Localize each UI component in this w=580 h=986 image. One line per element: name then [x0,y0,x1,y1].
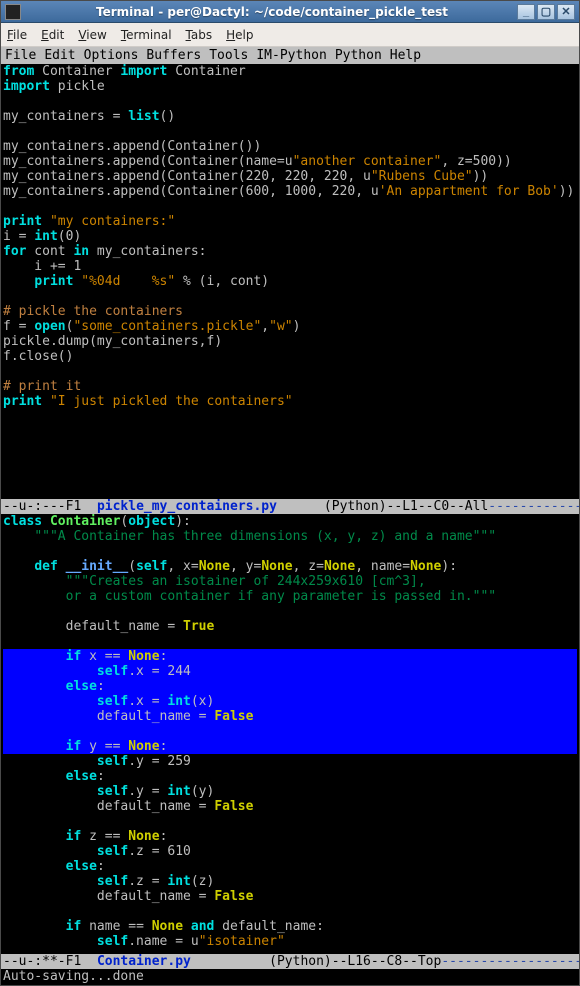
code-line[interactable]: if x == None: [3,649,577,664]
code-line[interactable]: my_containers.append(Container()) [3,139,577,154]
code-line[interactable] [3,904,577,919]
modeline-frame: F1 [66,499,82,514]
code-line[interactable] [3,94,577,109]
terminal-app-icon [5,4,21,20]
code-line[interactable] [3,364,577,379]
code-line[interactable]: default_name = False [3,889,577,904]
modeline-dashes: ------------------------- [441,954,579,969]
emacs-menubar[interactable]: File Edit Options Buffers Tools IM-Pytho… [1,47,579,64]
emacs-menu-options[interactable]: Options [84,48,139,63]
emacs-menu-edit[interactable]: Edit [44,48,75,63]
buffer-bottom[interactable]: class Container(object): """A Container … [1,514,579,954]
code-line[interactable]: # print it [3,379,577,394]
code-line[interactable]: print "%04d %s" % (i, cont) [3,274,577,289]
menu-view[interactable]: View [78,28,106,42]
code-line[interactable] [3,604,577,619]
modeline-prefix: --u-:**- [3,954,66,969]
modeline-file: Container.py [97,954,191,969]
emacs-menu-file[interactable]: File [5,48,36,63]
code-line[interactable] [3,124,577,139]
code-line[interactable]: import pickle [3,79,577,94]
window-controls: _ ▢ ✕ [517,4,575,20]
code-line[interactable]: if name == None and default_name: [3,919,577,934]
code-line[interactable]: my_containers.append(Container(600, 1000… [3,184,577,199]
code-line[interactable]: i += 1 [3,259,577,274]
code-line[interactable]: def __init__(self, x=None, y=None, z=Non… [3,559,577,574]
code-line[interactable]: default_name = False [3,709,577,724]
code-line[interactable]: else: [3,859,577,874]
maximize-button[interactable]: ▢ [537,4,555,20]
emacs-menu-python[interactable]: Python [335,48,382,63]
code-line[interactable]: self.y = int(y) [3,784,577,799]
emacs-menu-impython[interactable]: IM-Python [256,48,326,63]
titlebar[interactable]: Terminal - per@Dactyl: ~/code/container_… [1,1,579,23]
modeline-bottom[interactable]: --u-:**-F1 Container.py (Python)--L16--C… [1,954,579,969]
code-line[interactable]: f = open("some_containers.pickle","w") [3,319,577,334]
minibuffer[interactable]: Auto-saving...done [1,969,579,985]
code-line[interactable]: """A Container has three dimensions (x, … [3,529,577,544]
menu-terminal[interactable]: Terminal [121,28,172,42]
code-line[interactable]: self.name = u"isotainer" [3,934,577,949]
code-line[interactable] [3,289,577,304]
code-line[interactable]: """Creates an isotainer of 244x259x610 [… [3,574,577,589]
emacs-menu-help[interactable]: Help [390,48,421,63]
code-line[interactable]: self.z = 610 [3,844,577,859]
code-line[interactable]: or a custom container if any parameter i… [3,589,577,604]
close-button[interactable]: ✕ [557,4,575,20]
code-line[interactable]: if y == None: [3,739,577,754]
code-line[interactable]: my_containers.append(Container(name=u"an… [3,154,577,169]
code-line[interactable]: print "my containers:" [3,214,577,229]
menu-edit[interactable]: Edit [41,28,64,42]
code-line[interactable]: self.z = int(z) [3,874,577,889]
code-line[interactable]: else: [3,769,577,784]
code-line[interactable]: print "I just pickled the containers" [3,394,577,409]
modeline-prefix: --u-:--- [3,499,66,514]
modeline-file: pickle_my_containers.py [97,499,277,514]
modeline-top[interactable]: --u-:---F1 pickle_my_containers.py (Pyth… [1,499,579,514]
code-line[interactable]: self.x = 244 [3,664,577,679]
code-line[interactable] [3,814,577,829]
code-line[interactable]: self.x = int(x) [3,694,577,709]
modeline-frame: F1 [66,954,82,969]
code-line[interactable] [3,199,577,214]
code-line[interactable] [3,634,577,649]
emacs-menu-tools[interactable]: Tools [209,48,248,63]
code-line[interactable]: for cont in my_containers: [3,244,577,259]
code-line[interactable] [3,724,577,739]
code-line[interactable]: # pickle the containers [3,304,577,319]
code-line[interactable]: pickle.dump(my_containers,f) [3,334,577,349]
emacs-menu-buffers[interactable]: Buffers [146,48,201,63]
code-line[interactable]: f.close() [3,349,577,364]
modeline-mode: (Python)--L1--C0--All [324,499,488,514]
minimize-button[interactable]: _ [517,4,535,20]
code-line[interactable]: else: [3,679,577,694]
menu-help[interactable]: Help [226,28,253,42]
code-line[interactable]: self.y = 259 [3,754,577,769]
code-line[interactable]: i = int(0) [3,229,577,244]
code-line[interactable]: class Container(object): [3,514,577,529]
window-title: Terminal - per@Dactyl: ~/code/container_… [27,5,517,19]
editor-area: from Container import Containerimport pi… [1,64,579,985]
code-line[interactable]: my_containers.append(Container(220, 220,… [3,169,577,184]
terminal-menubar[interactable]: File Edit View Terminal Tabs Help [1,23,579,47]
code-line[interactable]: if z == None: [3,829,577,844]
code-line[interactable]: default_name = True [3,619,577,634]
buffer-top[interactable]: from Container import Containerimport pi… [1,64,579,499]
code-line[interactable] [3,544,577,559]
code-line[interactable]: default_name = False [3,799,577,814]
terminal-window: Terminal - per@Dactyl: ~/code/container_… [0,0,580,986]
menu-tabs[interactable]: Tabs [186,28,213,42]
modeline-mode: (Python)--L16--C8--Top [269,954,441,969]
code-line[interactable]: my_containers = list() [3,109,577,124]
menu-file[interactable]: File [7,28,27,42]
code-line[interactable]: from Container import Container [3,64,577,79]
modeline-dashes: -------------------- [488,499,579,514]
